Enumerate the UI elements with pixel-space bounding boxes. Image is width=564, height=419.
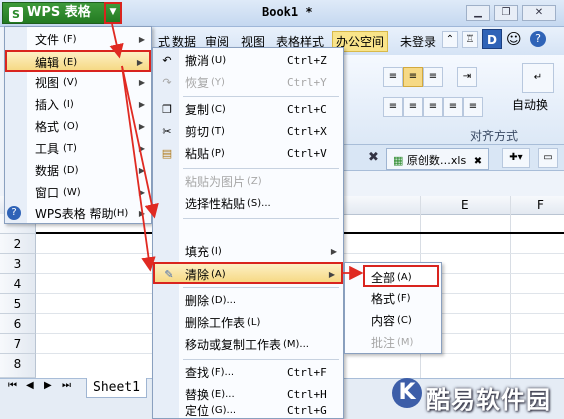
watermark-logo: K <box>392 378 422 408</box>
arrow-to-clear <box>121 65 156 272</box>
annotation-arrows <box>109 23 364 281</box>
arrow-to-fill-area <box>121 65 159 219</box>
watermark-text: 酷易软件园 <box>426 386 551 414</box>
arrow-to-edit <box>109 23 124 59</box>
